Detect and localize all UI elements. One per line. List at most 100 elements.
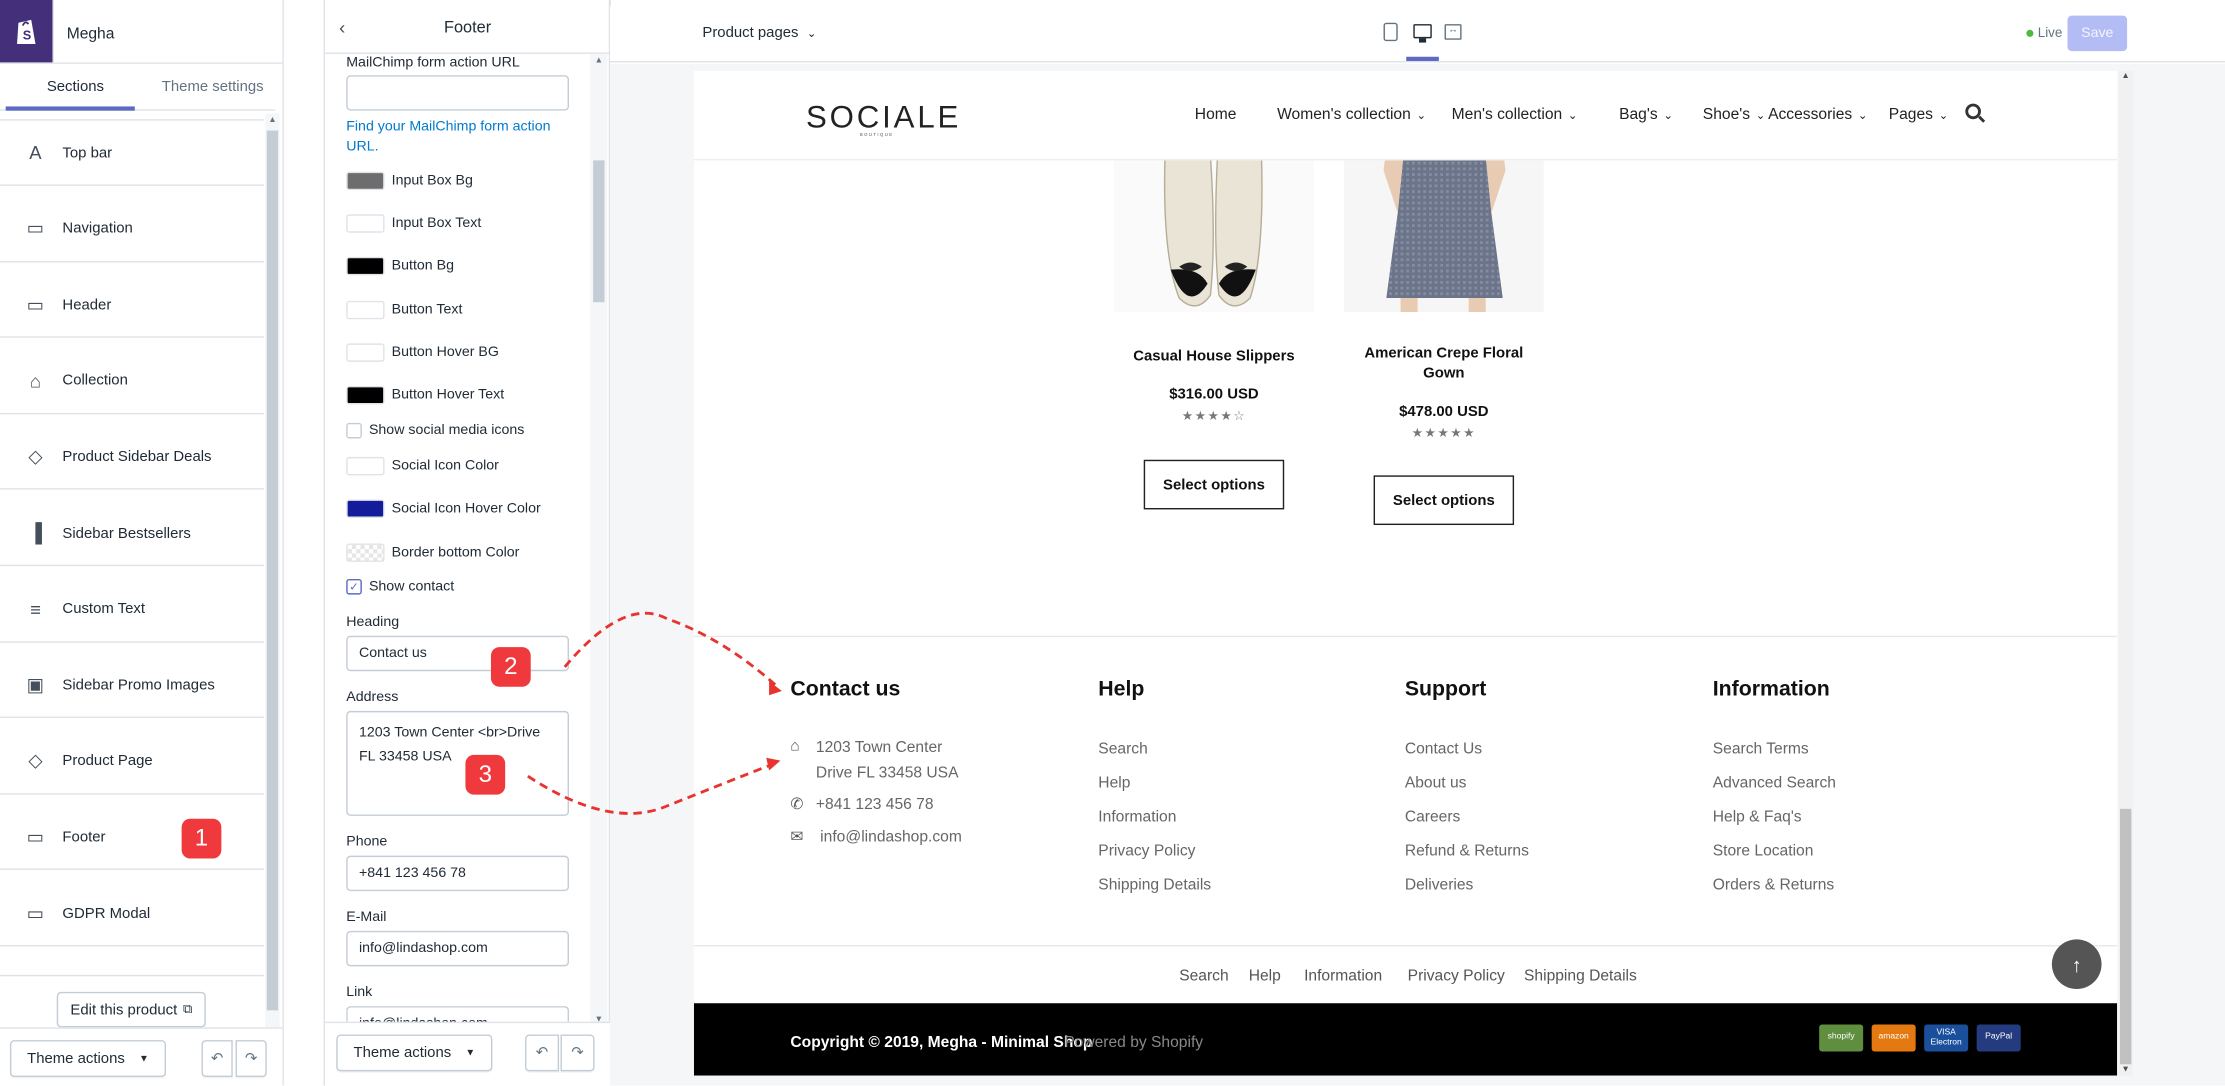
bottom-link[interactable]: Privacy Policy [1408,968,1505,985]
tab-sections[interactable]: Sections [47,78,104,95]
phone-input[interactable]: +841 123 456 78 [346,855,570,892]
show-social-checkbox[interactable] [346,422,362,439]
preview-scrollbar[interactable]: ▲ ▼ [2118,70,2133,1076]
section-label: Header [62,296,112,314]
nav-item-2[interactable]: Men's collection ⌄ [1452,106,1578,123]
mailchimp-input[interactable] [346,75,570,111]
desktop-view-icon[interactable] [1413,24,1432,39]
footer-link[interactable]: Search [1098,741,1147,758]
mailchimp-help-link[interactable]: Find your MailChimp form action URL. [346,118,573,158]
nav-item-4[interactable]: Shoe's ⌄ [1703,106,1765,123]
color-swatch[interactable] [346,214,385,233]
payment-icon: PayPal [1976,1024,2021,1052]
bottom-link[interactable]: Search [1179,968,1228,985]
footer-link[interactable]: Deliveries [1405,877,1474,894]
powered-by-link[interactable]: Powered by Shopify [1064,1034,1203,1051]
footer-link[interactable]: Store Location [1713,843,1814,860]
contact-email[interactable]: info@lindashop.com [820,829,962,846]
footer-link[interactable]: Orders & Returns [1713,877,1834,894]
undo-button-2[interactable]: ↶ [525,1034,560,1072]
back-to-top-button[interactable]: ↑ [2051,939,2102,990]
section-item-10[interactable]: ▭ GDPR Modal [0,881,264,947]
footer-link[interactable]: Help & Faq's [1713,809,1802,826]
home-icon: ⌂ [790,737,800,755]
section-item-0[interactable]: A Top bar [0,121,264,186]
footer-link[interactable]: Search Terms [1713,741,1809,758]
product-title-2[interactable]: American Crepe Floral Gown [1344,343,1544,383]
email-input[interactable]: info@lindashop.com [346,930,570,967]
store-logo-sub: BOUTIQUE [859,131,894,138]
social-color-swatch[interactable] [346,499,385,518]
bottom-link[interactable]: Help [1249,968,1281,985]
social-color-swatch[interactable] [346,543,385,562]
product-price-1: $316.00 USD [1169,385,1259,403]
redo-button[interactable]: ↷ [235,1040,267,1078]
nav-item-3[interactable]: Bag's ⌄ [1619,106,1673,123]
footer-link[interactable]: Advanced Search [1713,775,1836,792]
footer-link[interactable]: Refund & Returns [1405,843,1529,860]
select-options-button-1[interactable]: Select options [1143,459,1285,510]
modal-icon: ▭ [26,901,45,924]
phone-label: Phone [346,834,388,850]
product-title-1[interactable]: Casual House Slippers [1114,348,1314,365]
heading-input[interactable]: Contact us [346,635,570,672]
link-label: Link [346,984,373,1001]
section-item-7[interactable]: ▣ Sidebar Promo Images [0,653,264,719]
section-item-6[interactable]: ≡ Custom Text [0,577,264,643]
redo-button-2[interactable]: ↷ [560,1034,595,1072]
address-textarea[interactable]: 1203 Town Center <br>Drive FL 33458 USA [346,710,570,816]
payment-icon: shopify [1819,1024,1864,1052]
page-select[interactable]: Product pages ⌄ [702,24,816,41]
theme-actions-button[interactable]: Theme actions ▼ [9,1040,167,1078]
footer-link[interactable]: Help [1098,775,1130,792]
section-tabs: Sections Theme settings [0,62,276,111]
section-item-4[interactable]: ◇ Product Sidebar Deals [0,425,264,491]
sidebar-icon: ▐ [28,522,43,544]
footer-panel-scrollbar[interactable]: ▲ ▼ [590,53,608,1028]
tab-theme-settings[interactable]: Theme settings [162,78,264,95]
undo-button[interactable]: ↶ [201,1040,233,1078]
show-contact-checkbox[interactable]: ✓ [346,578,362,595]
color-swatch[interactable] [346,300,385,319]
section-label: Navigation [62,220,133,238]
footer-link[interactable]: Information [1098,809,1176,826]
mobile-view-icon[interactable] [1383,22,1398,42]
section-item-5[interactable]: ▐ Sidebar Bestsellers [0,501,264,567]
nav-label: Bag's [1619,106,1658,124]
sections-scrollbar[interactable]: ▲ ▼ [265,113,280,1043]
live-label: Live [2037,25,2063,42]
nav-item-0[interactable]: Home [1195,106,1237,123]
social-color-swatch[interactable] [346,456,385,476]
edit-product-label: Edit this product [70,1001,178,1019]
select-options-button-2[interactable]: Select options [1373,475,1515,526]
footer-link[interactable]: Privacy Policy [1098,843,1195,860]
save-button[interactable]: Save [2067,15,2128,52]
color-swatch[interactable] [346,385,385,405]
bottom-link[interactable]: Information [1304,968,1382,985]
shopify-logo[interactable]: S [0,0,53,63]
theme-actions-button-2[interactable]: Theme actions ▼ [336,1034,493,1072]
section-item-1[interactable]: ▭ Navigation [0,197,264,262]
edit-product-button[interactable]: Edit this product ⧉ [56,991,206,1028]
nav-item-6[interactable]: Pages ⌄ [1889,106,1948,123]
nav-item-5[interactable]: Accessories ⌄ [1768,106,1867,123]
color-swatch[interactable] [346,257,385,276]
fullscreen-view-icon[interactable]: ↔ [1444,24,1462,40]
section-item-9[interactable]: ▭ Footer [0,805,264,871]
section-item-8[interactable]: ◇ Product Page [0,729,264,795]
color-swatch[interactable] [346,343,385,362]
footer-column-heading: Support [1404,676,1487,701]
color-swatch[interactable] [346,171,385,191]
section-item-2[interactable]: ▭ Header [0,273,264,338]
footer-link[interactable]: Contact Us [1405,741,1482,758]
store-logo[interactable]: SOCIALE [806,99,961,136]
contact-phone: +841 123 456 78 [815,796,934,814]
checkmark-icon: ✓ [349,580,359,594]
footer-link[interactable]: Careers [1405,809,1461,826]
section-item-3[interactable]: ⌂ Collection [0,349,264,415]
bottom-link[interactable]: Shipping Details [1524,968,1637,985]
chevron-down-icon: ⌄ [806,26,817,40]
footer-link[interactable]: Shipping Details [1098,877,1211,894]
footer-link[interactable]: About us [1405,775,1467,792]
nav-item-1[interactable]: Women's collection ⌄ [1277,106,1426,123]
